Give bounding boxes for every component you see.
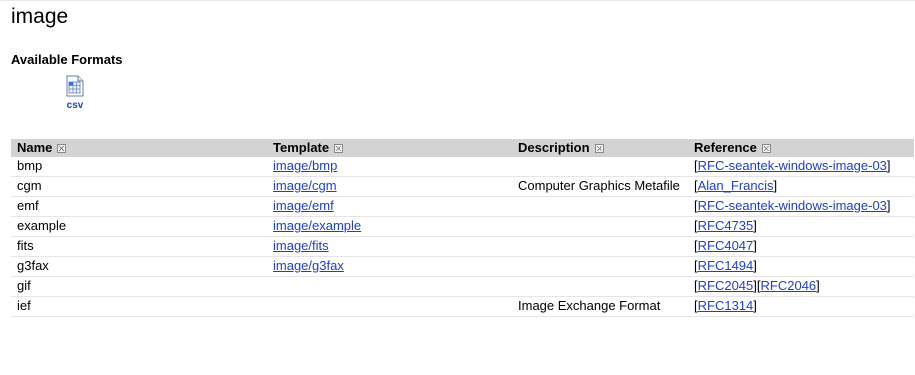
cell-template: image/fits bbox=[267, 236, 512, 257]
template-link[interactable]: image/fits bbox=[273, 238, 329, 253]
cell-template bbox=[267, 276, 512, 297]
reference-link[interactable]: RFC1314 bbox=[698, 298, 754, 313]
sort-icon[interactable] bbox=[334, 144, 344, 153]
table-row: example image/example [RFC4735] bbox=[11, 216, 914, 237]
cell-description bbox=[512, 216, 688, 237]
media-types-table: Name Template Description Reference bmp i… bbox=[11, 139, 914, 317]
cell-reference: [RFC1494] bbox=[688, 256, 914, 277]
cell-name: cgm bbox=[11, 176, 267, 197]
cell-name: gif bbox=[11, 276, 267, 297]
available-formats-heading: Available Formats bbox=[11, 52, 123, 67]
cell-description bbox=[512, 196, 688, 217]
cell-reference: [RFC4047] bbox=[688, 236, 914, 257]
cell-description bbox=[512, 276, 688, 297]
page-title: image bbox=[11, 5, 69, 28]
table-header-row: Name Template Description Reference bbox=[11, 139, 914, 157]
column-header-name[interactable]: Name bbox=[11, 139, 267, 157]
sort-icon[interactable] bbox=[761, 144, 771, 153]
cell-template: image/emf bbox=[267, 196, 512, 217]
column-header-template[interactable]: Template bbox=[267, 139, 512, 157]
cell-name: fits bbox=[11, 236, 267, 257]
cell-description: Image Exchange Format bbox=[512, 296, 688, 317]
template-link[interactable]: image/bmp bbox=[273, 158, 337, 173]
cell-template: image/bmp bbox=[267, 157, 512, 177]
cell-name: emf bbox=[11, 196, 267, 217]
reference-link[interactable]: RFC-seantek-windows-image-03 bbox=[698, 198, 887, 213]
spreadsheet-icon bbox=[66, 75, 84, 97]
cell-reference: [RFC-seantek-windows-image-03] bbox=[688, 157, 914, 177]
cell-description bbox=[512, 236, 688, 257]
cell-template: image/example bbox=[267, 216, 512, 237]
cell-name: bmp bbox=[11, 157, 267, 177]
cell-template: image/g3fax bbox=[267, 256, 512, 277]
reference-link[interactable]: RFC2045 bbox=[698, 278, 754, 293]
sort-icon[interactable] bbox=[57, 144, 67, 153]
reference-link[interactable]: Alan_Francis bbox=[698, 178, 774, 193]
template-link[interactable]: image/g3fax bbox=[273, 258, 344, 273]
cell-reference: [RFC-seantek-windows-image-03] bbox=[688, 196, 914, 217]
top-divider bbox=[0, 0, 915, 1]
cell-template: image/cgm bbox=[267, 176, 512, 197]
column-header-reference[interactable]: Reference bbox=[688, 139, 914, 157]
cell-description bbox=[512, 157, 688, 177]
sort-icon[interactable] bbox=[594, 144, 604, 153]
cell-reference: [Alan_Francis] bbox=[688, 176, 914, 197]
cell-reference: [RFC4735] bbox=[688, 216, 914, 237]
column-header-description[interactable]: Description bbox=[512, 139, 688, 157]
template-link[interactable]: image/cgm bbox=[273, 178, 337, 193]
cell-reference: [RFC1314] bbox=[688, 296, 914, 317]
template-link[interactable]: image/example bbox=[273, 218, 361, 233]
table-row: gif [RFC2045][RFC2046] bbox=[11, 276, 914, 297]
cell-name: g3fax bbox=[11, 256, 267, 277]
reference-link[interactable]: RFC4735 bbox=[698, 218, 754, 233]
reference-link[interactable]: RFC4047 bbox=[698, 238, 754, 253]
cell-reference: [RFC2045][RFC2046] bbox=[688, 276, 914, 297]
reference-link[interactable]: RFC-seantek-windows-image-03 bbox=[698, 158, 887, 173]
template-link[interactable]: image/emf bbox=[273, 198, 334, 213]
cell-template bbox=[267, 296, 512, 317]
reference-link[interactable]: RFC1494 bbox=[698, 258, 754, 273]
table-row: fits image/fits [RFC4047] bbox=[11, 236, 914, 257]
table-row: ief Image Exchange Format [RFC1314] bbox=[11, 296, 914, 317]
table-row: bmp image/bmp [RFC-seantek-windows-image-0… bbox=[11, 157, 914, 177]
cell-name: ief bbox=[11, 296, 267, 317]
reference-link[interactable]: RFC2046 bbox=[761, 278, 817, 293]
table-row: emf image/emf [RFC-seantek-windows-image-0… bbox=[11, 196, 914, 217]
table-row: g3fax image/g3fax [RFC1494] bbox=[11, 256, 914, 277]
cell-description: Computer Graphics Metafile bbox=[512, 176, 688, 197]
cell-description bbox=[512, 256, 688, 277]
cell-name: example bbox=[11, 216, 267, 237]
csv-label: csv bbox=[66, 100, 84, 111]
csv-download-link[interactable]: csv bbox=[60, 75, 90, 113]
table-row: cgm image/cgm Computer Graphics Metafile [A… bbox=[11, 176, 914, 197]
